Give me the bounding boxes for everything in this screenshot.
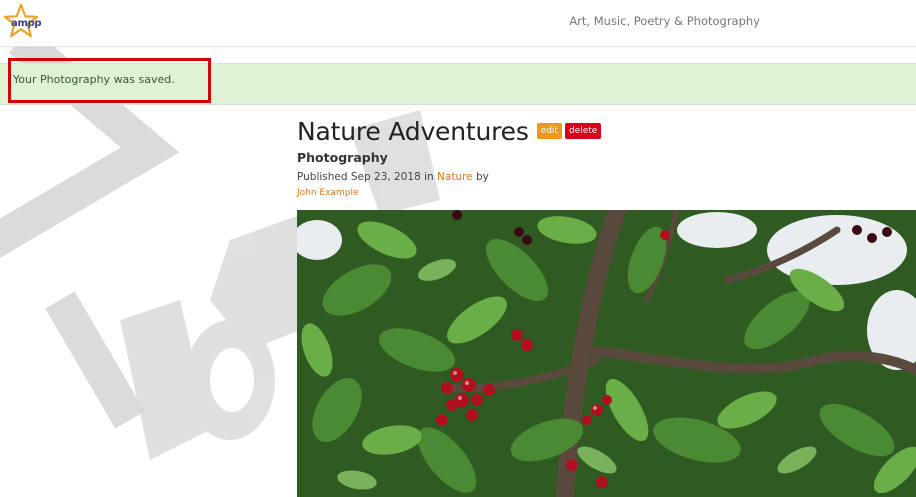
post-title-row: Nature Adventures edit delete <box>297 114 602 148</box>
logo-text: ampp <box>11 18 42 29</box>
site-tagline: Art, Music, Poetry & Photography <box>569 14 760 28</box>
post-article: Nature Adventures edit delete Photograph… <box>297 114 602 198</box>
post-category: Photography <box>297 150 388 165</box>
delete-button[interactable]: delete <box>564 123 602 139</box>
post-meta: Published Sep 23, 2018 in Nature by <box>297 171 601 183</box>
category-link[interactable]: Nature <box>437 171 473 183</box>
edit-button[interactable]: edit <box>536 123 562 139</box>
author-link[interactable]: John Example <box>297 188 601 198</box>
highlight-annotation <box>8 58 211 103</box>
published-text: Published Sep 23, 2018 in <box>297 171 438 183</box>
published-by: by <box>472 171 489 183</box>
cherry-tree-image <box>297 210 916 497</box>
post-photo <box>297 210 916 497</box>
post-title: Nature Adventures <box>297 116 529 146</box>
top-navbar: ampp Art, Music, Poetry & Photography <box>0 0 916 47</box>
